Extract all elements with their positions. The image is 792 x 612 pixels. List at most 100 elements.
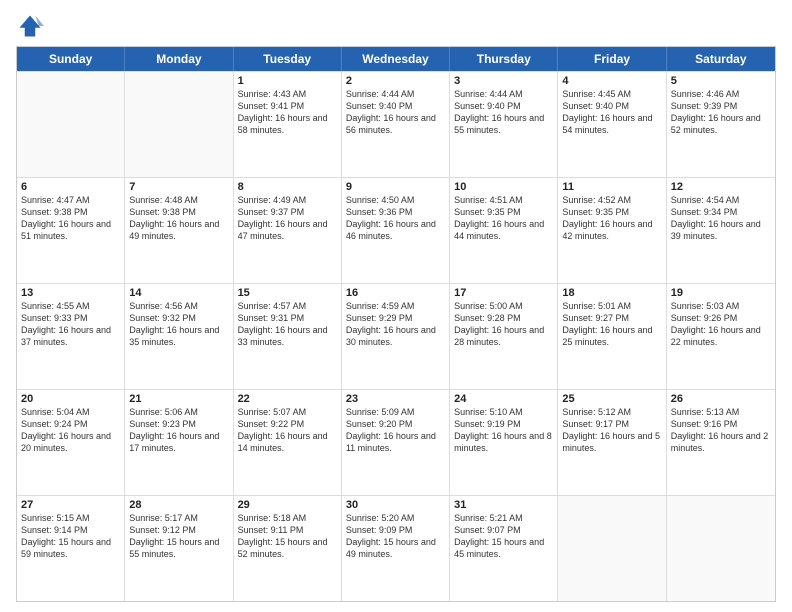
day-info: Sunrise: 5:06 AM Sunset: 9:23 PM Dayligh… [129, 406, 228, 455]
day-info: Sunrise: 5:21 AM Sunset: 9:07 PM Dayligh… [454, 512, 553, 561]
day-number: 4 [562, 75, 661, 87]
day-number: 17 [454, 287, 553, 299]
day-number: 6 [21, 181, 120, 193]
calendar-cell: 30Sunrise: 5:20 AM Sunset: 9:09 PM Dayli… [342, 496, 450, 601]
day-number: 3 [454, 75, 553, 87]
calendar-cell: 4Sunrise: 4:45 AM Sunset: 9:40 PM Daylig… [558, 72, 666, 177]
day-info: Sunrise: 4:57 AM Sunset: 9:31 PM Dayligh… [238, 300, 337, 349]
calendar-header-cell: Monday [125, 47, 233, 71]
calendar-row: 6Sunrise: 4:47 AM Sunset: 9:38 PM Daylig… [17, 177, 775, 283]
day-info: Sunrise: 4:44 AM Sunset: 9:40 PM Dayligh… [346, 88, 445, 137]
day-number: 7 [129, 181, 228, 193]
day-info: Sunrise: 4:48 AM Sunset: 9:38 PM Dayligh… [129, 194, 228, 243]
day-info: Sunrise: 5:07 AM Sunset: 9:22 PM Dayligh… [238, 406, 337, 455]
calendar-cell: 23Sunrise: 5:09 AM Sunset: 9:20 PM Dayli… [342, 390, 450, 495]
day-info: Sunrise: 4:54 AM Sunset: 9:34 PM Dayligh… [671, 194, 771, 243]
day-number: 28 [129, 499, 228, 511]
calendar-cell [125, 72, 233, 177]
calendar-cell: 7Sunrise: 4:48 AM Sunset: 9:38 PM Daylig… [125, 178, 233, 283]
day-number: 18 [562, 287, 661, 299]
page: SundayMondayTuesdayWednesdayThursdayFrid… [0, 0, 792, 612]
calendar-cell: 11Sunrise: 4:52 AM Sunset: 9:35 PM Dayli… [558, 178, 666, 283]
day-number: 13 [21, 287, 120, 299]
calendar-cell: 20Sunrise: 5:04 AM Sunset: 9:24 PM Dayli… [17, 390, 125, 495]
calendar-cell: 8Sunrise: 4:49 AM Sunset: 9:37 PM Daylig… [234, 178, 342, 283]
calendar-row: 20Sunrise: 5:04 AM Sunset: 9:24 PM Dayli… [17, 389, 775, 495]
day-number: 27 [21, 499, 120, 511]
day-info: Sunrise: 5:17 AM Sunset: 9:12 PM Dayligh… [129, 512, 228, 561]
day-info: Sunrise: 5:12 AM Sunset: 9:17 PM Dayligh… [562, 406, 661, 455]
day-info: Sunrise: 4:47 AM Sunset: 9:38 PM Dayligh… [21, 194, 120, 243]
day-info: Sunrise: 4:59 AM Sunset: 9:29 PM Dayligh… [346, 300, 445, 349]
day-number: 26 [671, 393, 771, 405]
calendar-cell: 21Sunrise: 5:06 AM Sunset: 9:23 PM Dayli… [125, 390, 233, 495]
calendar-cell: 5Sunrise: 4:46 AM Sunset: 9:39 PM Daylig… [667, 72, 775, 177]
calendar-header: SundayMondayTuesdayWednesdayThursdayFrid… [17, 47, 775, 71]
day-info: Sunrise: 5:18 AM Sunset: 9:11 PM Dayligh… [238, 512, 337, 561]
day-number: 8 [238, 181, 337, 193]
day-number: 11 [562, 181, 661, 193]
calendar-cell: 9Sunrise: 4:50 AM Sunset: 9:36 PM Daylig… [342, 178, 450, 283]
calendar-cell: 14Sunrise: 4:56 AM Sunset: 9:32 PM Dayli… [125, 284, 233, 389]
day-number: 5 [671, 75, 771, 87]
calendar-cell: 1Sunrise: 4:43 AM Sunset: 9:41 PM Daylig… [234, 72, 342, 177]
calendar-cell: 15Sunrise: 4:57 AM Sunset: 9:31 PM Dayli… [234, 284, 342, 389]
day-number: 23 [346, 393, 445, 405]
day-number: 21 [129, 393, 228, 405]
calendar-row: 13Sunrise: 4:55 AM Sunset: 9:33 PM Dayli… [17, 283, 775, 389]
calendar-cell: 24Sunrise: 5:10 AM Sunset: 9:19 PM Dayli… [450, 390, 558, 495]
day-number: 15 [238, 287, 337, 299]
day-info: Sunrise: 5:00 AM Sunset: 9:28 PM Dayligh… [454, 300, 553, 349]
calendar-cell [17, 72, 125, 177]
day-info: Sunrise: 4:43 AM Sunset: 9:41 PM Dayligh… [238, 88, 337, 137]
calendar-cell: 2Sunrise: 4:44 AM Sunset: 9:40 PM Daylig… [342, 72, 450, 177]
day-info: Sunrise: 5:13 AM Sunset: 9:16 PM Dayligh… [671, 406, 771, 455]
day-number: 2 [346, 75, 445, 87]
calendar-cell: 16Sunrise: 4:59 AM Sunset: 9:29 PM Dayli… [342, 284, 450, 389]
calendar-header-cell: Friday [558, 47, 666, 71]
calendar-cell: 10Sunrise: 4:51 AM Sunset: 9:35 PM Dayli… [450, 178, 558, 283]
day-info: Sunrise: 4:52 AM Sunset: 9:35 PM Dayligh… [562, 194, 661, 243]
calendar-cell: 27Sunrise: 5:15 AM Sunset: 9:14 PM Dayli… [17, 496, 125, 601]
day-number: 10 [454, 181, 553, 193]
day-info: Sunrise: 5:09 AM Sunset: 9:20 PM Dayligh… [346, 406, 445, 455]
calendar-header-cell: Saturday [667, 47, 775, 71]
calendar-cell: 26Sunrise: 5:13 AM Sunset: 9:16 PM Dayli… [667, 390, 775, 495]
day-info: Sunrise: 4:51 AM Sunset: 9:35 PM Dayligh… [454, 194, 553, 243]
day-number: 24 [454, 393, 553, 405]
calendar: SundayMondayTuesdayWednesdayThursdayFrid… [16, 46, 776, 602]
calendar-row: 27Sunrise: 5:15 AM Sunset: 9:14 PM Dayli… [17, 495, 775, 601]
calendar-cell: 12Sunrise: 4:54 AM Sunset: 9:34 PM Dayli… [667, 178, 775, 283]
day-number: 30 [346, 499, 445, 511]
calendar-cell [667, 496, 775, 601]
calendar-cell: 6Sunrise: 4:47 AM Sunset: 9:38 PM Daylig… [17, 178, 125, 283]
calendar-header-cell: Wednesday [342, 47, 450, 71]
calendar-row: 1Sunrise: 4:43 AM Sunset: 9:41 PM Daylig… [17, 71, 775, 177]
day-info: Sunrise: 4:44 AM Sunset: 9:40 PM Dayligh… [454, 88, 553, 137]
calendar-cell: 13Sunrise: 4:55 AM Sunset: 9:33 PM Dayli… [17, 284, 125, 389]
header [16, 12, 776, 40]
day-info: Sunrise: 4:56 AM Sunset: 9:32 PM Dayligh… [129, 300, 228, 349]
calendar-cell: 28Sunrise: 5:17 AM Sunset: 9:12 PM Dayli… [125, 496, 233, 601]
calendar-cell: 17Sunrise: 5:00 AM Sunset: 9:28 PM Dayli… [450, 284, 558, 389]
day-number: 22 [238, 393, 337, 405]
calendar-cell [558, 496, 666, 601]
day-number: 29 [238, 499, 337, 511]
calendar-header-cell: Sunday [17, 47, 125, 71]
day-info: Sunrise: 4:50 AM Sunset: 9:36 PM Dayligh… [346, 194, 445, 243]
day-info: Sunrise: 5:03 AM Sunset: 9:26 PM Dayligh… [671, 300, 771, 349]
logo [16, 12, 48, 40]
day-info: Sunrise: 4:46 AM Sunset: 9:39 PM Dayligh… [671, 88, 771, 137]
calendar-cell: 25Sunrise: 5:12 AM Sunset: 9:17 PM Dayli… [558, 390, 666, 495]
day-number: 12 [671, 181, 771, 193]
calendar-header-cell: Thursday [450, 47, 558, 71]
day-number: 9 [346, 181, 445, 193]
calendar-cell: 31Sunrise: 5:21 AM Sunset: 9:07 PM Dayli… [450, 496, 558, 601]
day-info: Sunrise: 4:55 AM Sunset: 9:33 PM Dayligh… [21, 300, 120, 349]
calendar-cell: 22Sunrise: 5:07 AM Sunset: 9:22 PM Dayli… [234, 390, 342, 495]
day-info: Sunrise: 4:45 AM Sunset: 9:40 PM Dayligh… [562, 88, 661, 137]
calendar-cell: 18Sunrise: 5:01 AM Sunset: 9:27 PM Dayli… [558, 284, 666, 389]
logo-icon [16, 12, 44, 40]
calendar-header-cell: Tuesday [234, 47, 342, 71]
calendar-cell: 19Sunrise: 5:03 AM Sunset: 9:26 PM Dayli… [667, 284, 775, 389]
